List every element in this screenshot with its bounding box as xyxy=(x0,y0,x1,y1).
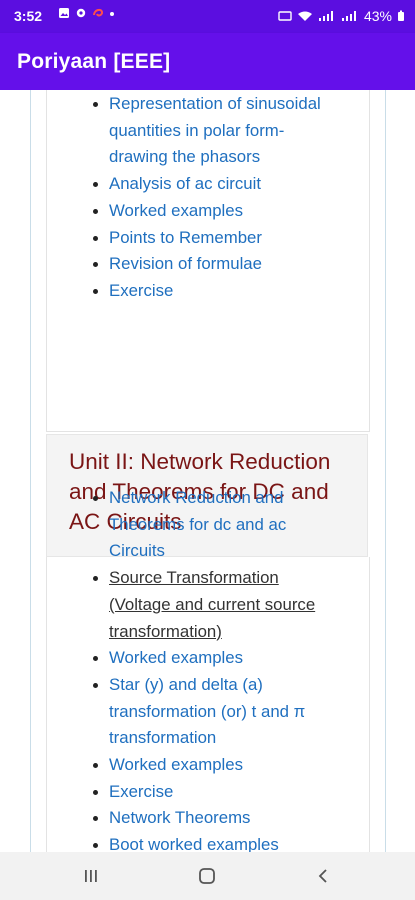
topic-link[interactable]: Points to Remember xyxy=(109,228,262,247)
recents-icon xyxy=(85,870,97,882)
list-item[interactable]: Points to Remember xyxy=(66,225,331,252)
topic-link[interactable]: Exercise xyxy=(109,281,173,300)
list-item[interactable]: Boot worked examples xyxy=(66,832,331,852)
list-item[interactable]: Worked examples xyxy=(66,645,331,672)
list-item[interactable]: Representation of sinusoidal quantities … xyxy=(66,91,331,171)
home-button[interactable] xyxy=(196,864,218,888)
back-button[interactable] xyxy=(312,864,334,888)
topic-link[interactable]: Representation of sinusoidal quantities … xyxy=(109,94,321,166)
topic-link[interactable]: Worked examples xyxy=(109,755,243,774)
gallery-icon xyxy=(59,8,69,18)
battery-icon xyxy=(398,10,404,21)
topic-link[interactable]: Exercise xyxy=(109,782,173,801)
list-item[interactable]: Analysis of ac circuit xyxy=(66,171,331,198)
list-item[interactable]: Star (y) and delta (a) transformation (o… xyxy=(66,672,331,752)
signal-icon-2 xyxy=(341,11,356,21)
unit2-topic-list: Network Reduction and Theorems for dc an… xyxy=(66,485,331,852)
list-item[interactable]: Worked examples xyxy=(66,198,331,225)
recents-button[interactable] xyxy=(80,864,102,888)
settings-icon xyxy=(76,8,86,18)
alarm-icon xyxy=(278,11,292,21)
topic-link[interactable]: Worked examples xyxy=(109,201,243,220)
status-bar: 3:52 43% xyxy=(0,0,415,33)
topic-link[interactable]: Boot worked examples xyxy=(109,835,279,852)
notification-icons xyxy=(58,7,115,19)
system-nav-bar xyxy=(0,852,415,900)
topic-link[interactable]: Network Theorems xyxy=(109,808,250,827)
topic-link[interactable]: Network Reduction and Theorems for dc an… xyxy=(109,488,286,560)
list-item[interactable]: Network Reduction and Theorems for dc an… xyxy=(66,485,331,565)
topic-link[interactable]: Source Transformation (Voltage and curre… xyxy=(109,568,315,640)
app-title: Poriyaan [EEE] xyxy=(17,50,171,73)
app-bar: Poriyaan [EEE] xyxy=(0,33,415,90)
status-right: 43% xyxy=(278,8,405,24)
home-icon xyxy=(199,868,215,884)
list-item[interactable]: Revision of formulae xyxy=(66,251,331,278)
list-item[interactable]: Exercise xyxy=(66,278,331,305)
topic-link[interactable]: Worked examples xyxy=(109,648,243,667)
topic-link[interactable]: Star (y) and delta (a) transformation (o… xyxy=(109,675,305,747)
topic-link[interactable]: Revision of formulae xyxy=(109,254,262,273)
list-item[interactable]: Exercise xyxy=(66,779,331,806)
battery-percent: 43% xyxy=(363,8,392,24)
status-time: 3:52 xyxy=(14,8,43,24)
signal-icon-1 xyxy=(318,11,333,21)
list-item[interactable]: Network Theorems xyxy=(66,805,331,832)
page-content[interactable]: Representation of sinusoidal quantities … xyxy=(0,90,415,852)
list-item[interactable]: Source Transformation (Voltage and curre… xyxy=(66,565,331,645)
dot-icon xyxy=(110,12,114,16)
back-icon xyxy=(318,869,327,883)
unit1-topic-list: Representation of sinusoidal quantities … xyxy=(66,91,331,305)
list-item[interactable]: Worked examples xyxy=(66,752,331,779)
wifi-icon xyxy=(297,11,312,21)
topic-link[interactable]: Analysis of ac circuit xyxy=(109,174,261,193)
airtel-icon xyxy=(93,8,104,17)
